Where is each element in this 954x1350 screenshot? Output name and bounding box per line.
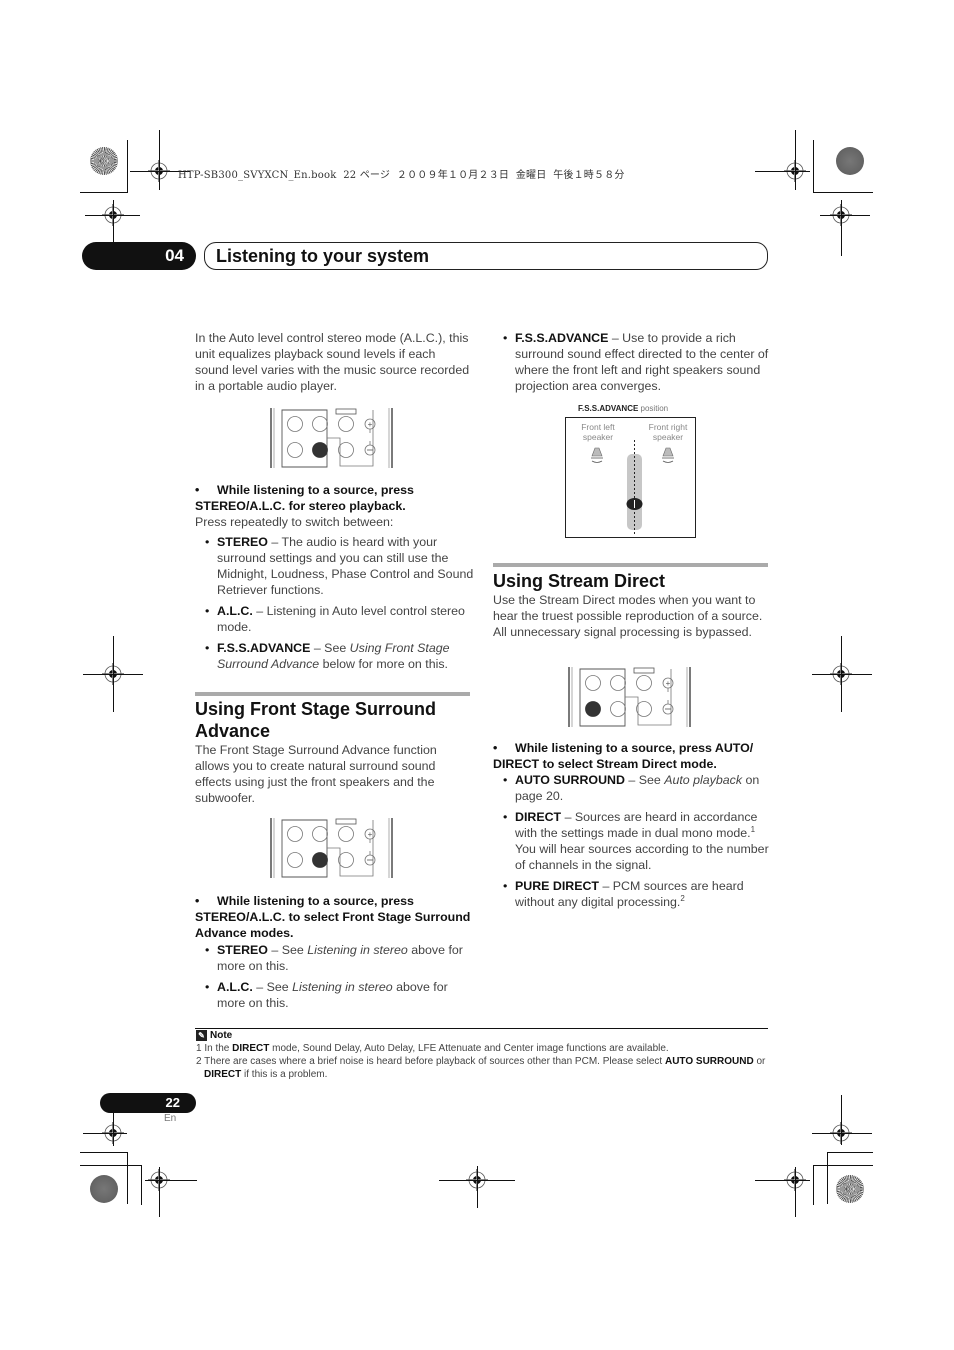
fss-figure-caption: F.S.S.ADVANCE position	[578, 404, 669, 413]
remote-diagram-stream-direct: +	[568, 667, 691, 727]
mode-list: STEREO – See Listening in stereo above f…	[195, 942, 475, 1011]
crop-line	[159, 130, 160, 190]
page-language: En	[164, 1113, 177, 1124]
step-instruction: • While listening to a source, press STER…	[195, 894, 471, 940]
crop-line	[755, 171, 810, 172]
highlighted-button	[312, 442, 328, 458]
section-fss: Using Front Stage Surround Advance The F…	[195, 692, 470, 806]
step-instruction: • While listening to a source, press AUTO…	[493, 741, 754, 771]
section-divider	[195, 692, 470, 696]
chapter-title: Listening to your system	[216, 246, 430, 266]
mode-list: AUTO SURROUND – See Auto playback on pag…	[493, 772, 773, 910]
crop-line	[827, 1152, 828, 1204]
crop-line	[827, 1152, 873, 1153]
right-column: F.S.S.ADVANCE – Use to provide a rich su…	[493, 330, 773, 399]
list-item: A.L.C. – See Listening in stereo above f…	[195, 979, 475, 1011]
crop-line	[841, 636, 842, 712]
footnote-ref[interactable]: 2	[680, 894, 684, 903]
print-header: HTP-SB300_SVYXCN_En.book 22 ページ ２００９年１０月…	[178, 170, 625, 181]
footnotes: 1 In the DIRECT mode, Sound Delay, Auto …	[196, 1042, 776, 1081]
section-body: Use the Stream Direct modes when you wan…	[493, 593, 763, 640]
step-stream-direct: • While listening to a source, press AUTO…	[493, 740, 773, 914]
highlighted-button	[585, 701, 601, 717]
section-title: Using Stream Direct	[493, 571, 666, 591]
notes-divider	[195, 1028, 768, 1029]
list-item: F.S.S.ADVANCE – See Using Front Stage Su…	[195, 640, 475, 672]
crop-line	[477, 1166, 478, 1208]
crop-line	[812, 674, 872, 675]
list-item: PURE DIRECT – PCM sources are heard with…	[493, 878, 773, 910]
crop-line	[820, 215, 870, 216]
crop-line	[841, 200, 842, 256]
crop-line	[795, 1167, 796, 1217]
highlighted-button	[312, 852, 328, 868]
intro-paragraph: In the Auto level control stereo mode (A…	[195, 331, 470, 394]
list-item: A.L.C. – Listening in Auto level control…	[195, 603, 475, 635]
remote-diagram-alc: +	[270, 408, 393, 468]
crop-line	[813, 1165, 814, 1205]
crop-line	[80, 192, 128, 193]
list-item: DIRECT – Sources are heard in accordance…	[493, 809, 773, 873]
step-stereo-playback: • While listening to a source, press STER…	[195, 482, 475, 676]
registration-star-icon	[90, 1175, 118, 1203]
cross-reference-link[interactable]: Auto playback	[664, 773, 742, 787]
registration-star-icon	[90, 147, 118, 175]
crop-line	[113, 1112, 114, 1146]
list-item: F.S.S.ADVANCE – Use to provide a rich su…	[493, 330, 773, 394]
registration-star-icon	[836, 1175, 864, 1203]
page-number: 22	[100, 1093, 196, 1113]
svg-text:+: +	[666, 679, 671, 688]
front-left-speaker-icon	[591, 447, 603, 463]
crop-line	[812, 1133, 872, 1134]
svg-text:+: +	[368, 830, 373, 839]
section-stream-direct: Using Stream Direct Use the Stream Direc…	[493, 563, 768, 640]
list-item: STEREO – See Listening in stereo above f…	[195, 942, 475, 974]
remote-diagram-fss: +	[270, 818, 393, 878]
cross-reference-link[interactable]: Listening in stereo	[292, 980, 393, 994]
crop-line	[159, 1167, 160, 1217]
cross-reference-link[interactable]: Listening in stereo	[307, 943, 408, 957]
section-body: The Front Stage Surround Advance functio…	[195, 743, 437, 806]
section-title: Using Front Stage Surround Advance	[195, 699, 436, 741]
crop-line	[127, 140, 128, 192]
crop-line	[145, 1180, 197, 1181]
svg-text:+: +	[368, 420, 373, 429]
crop-line	[80, 1152, 128, 1153]
crop-line	[80, 1165, 142, 1166]
crop-line	[813, 192, 873, 193]
step-followup: Press repeatedly to switch between:	[195, 515, 394, 529]
crop-line	[83, 1133, 127, 1134]
crop-line	[141, 1165, 142, 1205]
footnote-2: 2 There are cases where a brief noise is…	[196, 1056, 766, 1080]
pencil-note-icon: ✎	[196, 1030, 207, 1041]
footnote-ref[interactable]: 1	[751, 825, 755, 834]
crop-line	[795, 130, 796, 190]
fss-mode-list: F.S.S.ADVANCE – Use to provide a rich su…	[493, 330, 773, 394]
crop-line	[813, 140, 814, 192]
crop-line	[113, 636, 114, 712]
crop-line	[127, 1152, 128, 1204]
step-fss-modes: • While listening to a source, press STER…	[195, 893, 475, 1015]
registration-star-icon	[836, 147, 864, 175]
notes-heading: ✎ Note	[196, 1030, 232, 1041]
section-divider	[493, 563, 768, 567]
crop-line	[755, 1180, 810, 1181]
list-item: AUTO SURROUND – See Auto playback on pag…	[493, 772, 773, 804]
list-item: STEREO – The audio is heard with your su…	[195, 534, 475, 598]
footnote-1: 1 In the DIRECT mode, Sound Delay, Auto …	[196, 1043, 669, 1054]
left-column: In the Auto level control stereo mode (A…	[195, 330, 470, 394]
mode-list: STEREO – The audio is heard with your su…	[195, 534, 475, 672]
chapter-number: 04	[82, 242, 196, 270]
fss-position-figure: Front left speaker Front right speaker	[565, 417, 696, 538]
front-right-speaker-icon	[662, 447, 674, 463]
crop-line	[813, 1165, 873, 1166]
step-instruction: • While listening to a source, press STER…	[195, 483, 414, 513]
crop-line	[841, 1095, 842, 1145]
